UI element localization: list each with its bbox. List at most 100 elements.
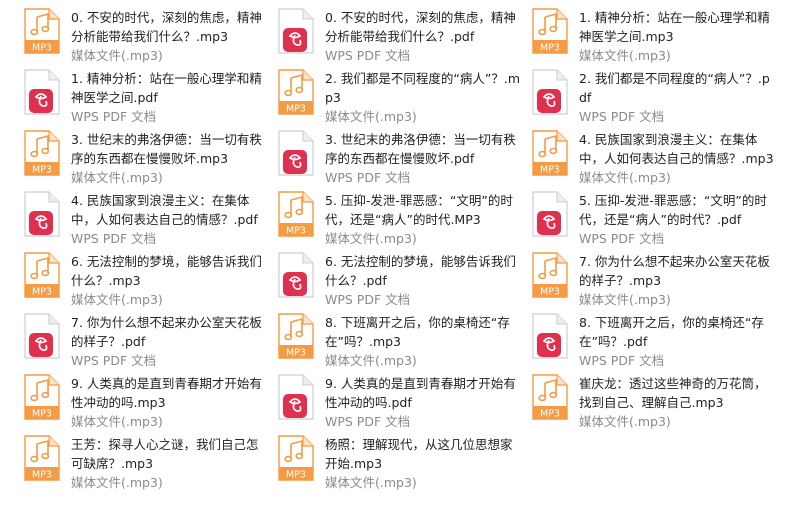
pdf-file-icon <box>532 191 568 237</box>
file-item[interactable]: 1. 精神分析：站在一般心理学和精神医学之间.pdf WPS PDF 文档 <box>24 67 278 128</box>
file-type: WPS PDF 文档 <box>71 353 157 368</box>
mp3-icon-label: MP3 <box>286 470 306 481</box>
file-type: 媒体文件(.mp3) <box>579 48 671 63</box>
music-file-icon: MP3 <box>278 313 314 359</box>
pdf-file-icon <box>24 191 60 237</box>
music-file-icon: MP3 <box>24 435 60 481</box>
file-type: 媒体文件(.mp3) <box>71 292 163 307</box>
mp3-icon-label: MP3 <box>32 165 52 176</box>
file-item[interactable]: 4. 民族国家到浪漫主义：在集体中，人如何表达自己的情感？.pdf WPS PD… <box>24 189 278 250</box>
music-file-icon: MP3 <box>278 191 314 237</box>
file-type: 媒体文件(.mp3) <box>325 109 417 124</box>
file-name: 4. 民族国家到浪漫主义：在集体中，人如何表达自己的情感？.pdf <box>71 193 258 227</box>
file-type: 媒体文件(.mp3) <box>71 414 163 429</box>
music-file-icon: MP3 <box>24 252 60 298</box>
file-item[interactable]: MP3 0. 不安的时代，深刻的焦虑，精神分析能带给我们什么？.mp3 媒体文件… <box>24 6 278 67</box>
file-type: 媒体文件(.mp3) <box>579 292 671 307</box>
file-item[interactable]: MP3 9. 人类真的是直到青春期才开始有性冲动的吗.mp3 媒体文件(.mp3… <box>24 372 278 433</box>
file-name: 1. 精神分析：站在一般心理学和精神医学之间.mp3 <box>579 10 770 44</box>
mp3-icon-label: MP3 <box>32 409 52 420</box>
music-file-icon: MP3 <box>532 374 568 420</box>
music-file-icon: MP3 <box>532 130 568 176</box>
file-name: 2. 我们都是不同程度的“病人”？.mp3 <box>325 71 520 105</box>
mp3-icon-label: MP3 <box>540 43 560 54</box>
file-name: 王芳：探寻人心之谜，我们自己怎可缺席？.mp3 <box>71 437 259 471</box>
music-file-icon: MP3 <box>24 8 60 54</box>
file-name: 4. 民族国家到浪漫主义：在集体中，人如何表达自己的情感？.mp3 <box>579 132 774 166</box>
file-item[interactable]: MP3 5. 压抑-发泄-罪恶感：“文明”的时代，还是“病人”的时代.MP3 媒… <box>278 189 532 250</box>
mp3-icon-label: MP3 <box>32 43 52 54</box>
file-type: 媒体文件(.mp3) <box>579 414 671 429</box>
file-name: 5. 压抑-发泄-罪恶感：“文明”的时代，还是“病人”的时代？.pdf <box>579 193 767 227</box>
mp3-icon-label: MP3 <box>32 287 52 298</box>
file-type: 媒体文件(.mp3) <box>71 475 163 490</box>
file-name: 6. 无法控制的梦境，能够告诉我们什么？.pdf <box>325 254 516 288</box>
file-grid: MP3 0. 不安的时代，深刻的焦虑，精神分析能带给我们什么？.mp3 媒体文件… <box>0 0 807 509</box>
file-item[interactable]: 7. 你为什么想不起来办公室天花板的样子？.pdf WPS PDF 文档 <box>24 311 278 372</box>
music-file-icon: MP3 <box>24 130 60 176</box>
mp3-icon-label: MP3 <box>540 165 560 176</box>
pdf-file-icon <box>278 130 314 176</box>
pdf-file-icon <box>24 313 60 359</box>
file-type: 媒体文件(.mp3) <box>325 231 417 246</box>
file-name: 2. 我们都是不同程度的“病人”？.pdf <box>579 71 770 105</box>
file-type: WPS PDF 文档 <box>325 414 411 429</box>
file-item[interactable]: 2. 我们都是不同程度的“病人”？.pdf WPS PDF 文档 <box>532 67 786 128</box>
file-item[interactable]: 0. 不安的时代，深刻的焦虑，精神分析能带给我们什么？.pdf WPS PDF … <box>278 6 532 67</box>
file-name: 3. 世纪末的弗洛伊德：当一切有秩序的东西都在慢慢败坏.pdf <box>325 132 516 166</box>
file-item[interactable]: 6. 无法控制的梦境，能够告诉我们什么？.pdf WPS PDF 文档 <box>278 250 532 311</box>
file-item[interactable]: 8. 下班离开之后，你的桌椅还“存在”吗？.pdf WPS PDF 文档 <box>532 311 786 372</box>
file-type: WPS PDF 文档 <box>325 48 411 63</box>
file-item[interactable]: 3. 世纪末的弗洛伊德：当一切有秩序的东西都在慢慢败坏.pdf WPS PDF … <box>278 128 532 189</box>
file-name: 5. 压抑-发泄-罪恶感：“文明”的时代，还是“病人”的时代.MP3 <box>325 193 513 227</box>
file-item[interactable]: MP3 6. 无法控制的梦境，能够告诉我们什么？.mp3 媒体文件(.mp3) <box>24 250 278 311</box>
file-name: 7. 你为什么想不起来办公室天花板的样子？.mp3 <box>579 254 770 288</box>
file-item[interactable]: MP3 7. 你为什么想不起来办公室天花板的样子？.mp3 媒体文件(.mp3) <box>532 250 786 311</box>
file-item[interactable]: MP3 4. 民族国家到浪漫主义：在集体中，人如何表达自己的情感？.mp3 媒体… <box>532 128 786 189</box>
pdf-file-icon <box>24 69 60 115</box>
file-type: WPS PDF 文档 <box>71 109 157 124</box>
file-type: 媒体文件(.mp3) <box>325 353 417 368</box>
file-name: 9. 人类真的是直到青春期才开始有性冲动的吗.mp3 <box>71 376 262 410</box>
mp3-icon-label: MP3 <box>32 470 52 481</box>
file-type: WPS PDF 文档 <box>71 231 157 246</box>
mp3-icon-label: MP3 <box>286 348 306 359</box>
file-type: 媒体文件(.mp3) <box>325 475 417 490</box>
file-type: WPS PDF 文档 <box>579 353 665 368</box>
file-name: 0. 不安的时代，深刻的焦虑，精神分析能带给我们什么？.mp3 <box>71 10 262 44</box>
mp3-icon-label: MP3 <box>286 226 306 237</box>
mp3-icon-label: MP3 <box>286 104 306 115</box>
pdf-file-icon <box>532 313 568 359</box>
mp3-icon-label: MP3 <box>540 287 560 298</box>
file-item[interactable]: MP3 王芳：探寻人心之谜，我们自己怎可缺席？.mp3 媒体文件(.mp3) <box>24 433 278 494</box>
file-name: 7. 你为什么想不起来办公室天花板的样子？.pdf <box>71 315 262 349</box>
pdf-file-icon <box>278 374 314 420</box>
file-type: WPS PDF 文档 <box>579 109 665 124</box>
file-name: 3. 世纪末的弗洛伊德：当一切有秩序的东西都在慢慢败坏.mp3 <box>71 132 262 166</box>
file-name: 崔庆龙：透过这些神奇的万花筒，找到自己、理解自己.mp3 <box>579 376 767 410</box>
file-type: WPS PDF 文档 <box>325 170 411 185</box>
file-name: 8. 下班离开之后，你的桌椅还“存在”吗？.pdf <box>579 315 764 349</box>
file-item[interactable]: MP3 杨照：理解现代，从这几位思想家开始.mp3 媒体文件(.mp3) <box>278 433 532 494</box>
file-name: 杨照：理解现代，从这几位思想家开始.mp3 <box>325 437 513 471</box>
file-item[interactable]: MP3 1. 精神分析：站在一般心理学和精神医学之间.mp3 媒体文件(.mp3… <box>532 6 786 67</box>
file-name: 1. 精神分析：站在一般心理学和精神医学之间.pdf <box>71 71 262 105</box>
music-file-icon: MP3 <box>278 69 314 115</box>
file-item[interactable]: MP3 8. 下班离开之后，你的桌椅还“存在”吗？.mp3 媒体文件(.mp3) <box>278 311 532 372</box>
file-name: 9. 人类真的是直到青春期才开始有性冲动的吗.pdf <box>325 376 516 410</box>
music-file-icon: MP3 <box>24 374 60 420</box>
file-type: 媒体文件(.mp3) <box>71 170 163 185</box>
pdf-file-icon <box>278 252 314 298</box>
file-item[interactable]: MP3 2. 我们都是不同程度的“病人”？.mp3 媒体文件(.mp3) <box>278 67 532 128</box>
file-name: 6. 无法控制的梦境，能够告诉我们什么？.mp3 <box>71 254 262 288</box>
music-file-icon: MP3 <box>532 8 568 54</box>
file-item[interactable]: 5. 压抑-发泄-罪恶感：“文明”的时代，还是“病人”的时代？.pdf WPS … <box>532 189 786 250</box>
file-item[interactable]: MP3 3. 世纪末的弗洛伊德：当一切有秩序的东西都在慢慢败坏.mp3 媒体文件… <box>24 128 278 189</box>
mp3-icon-label: MP3 <box>540 409 560 420</box>
file-item[interactable]: MP3 崔庆龙：透过这些神奇的万花筒，找到自己、理解自己.mp3 媒体文件(.m… <box>532 372 786 433</box>
file-type: WPS PDF 文档 <box>579 231 665 246</box>
file-type: 媒体文件(.mp3) <box>579 170 671 185</box>
music-file-icon: MP3 <box>532 252 568 298</box>
music-file-icon: MP3 <box>278 435 314 481</box>
file-item[interactable]: 9. 人类真的是直到青春期才开始有性冲动的吗.pdf WPS PDF 文档 <box>278 372 532 433</box>
